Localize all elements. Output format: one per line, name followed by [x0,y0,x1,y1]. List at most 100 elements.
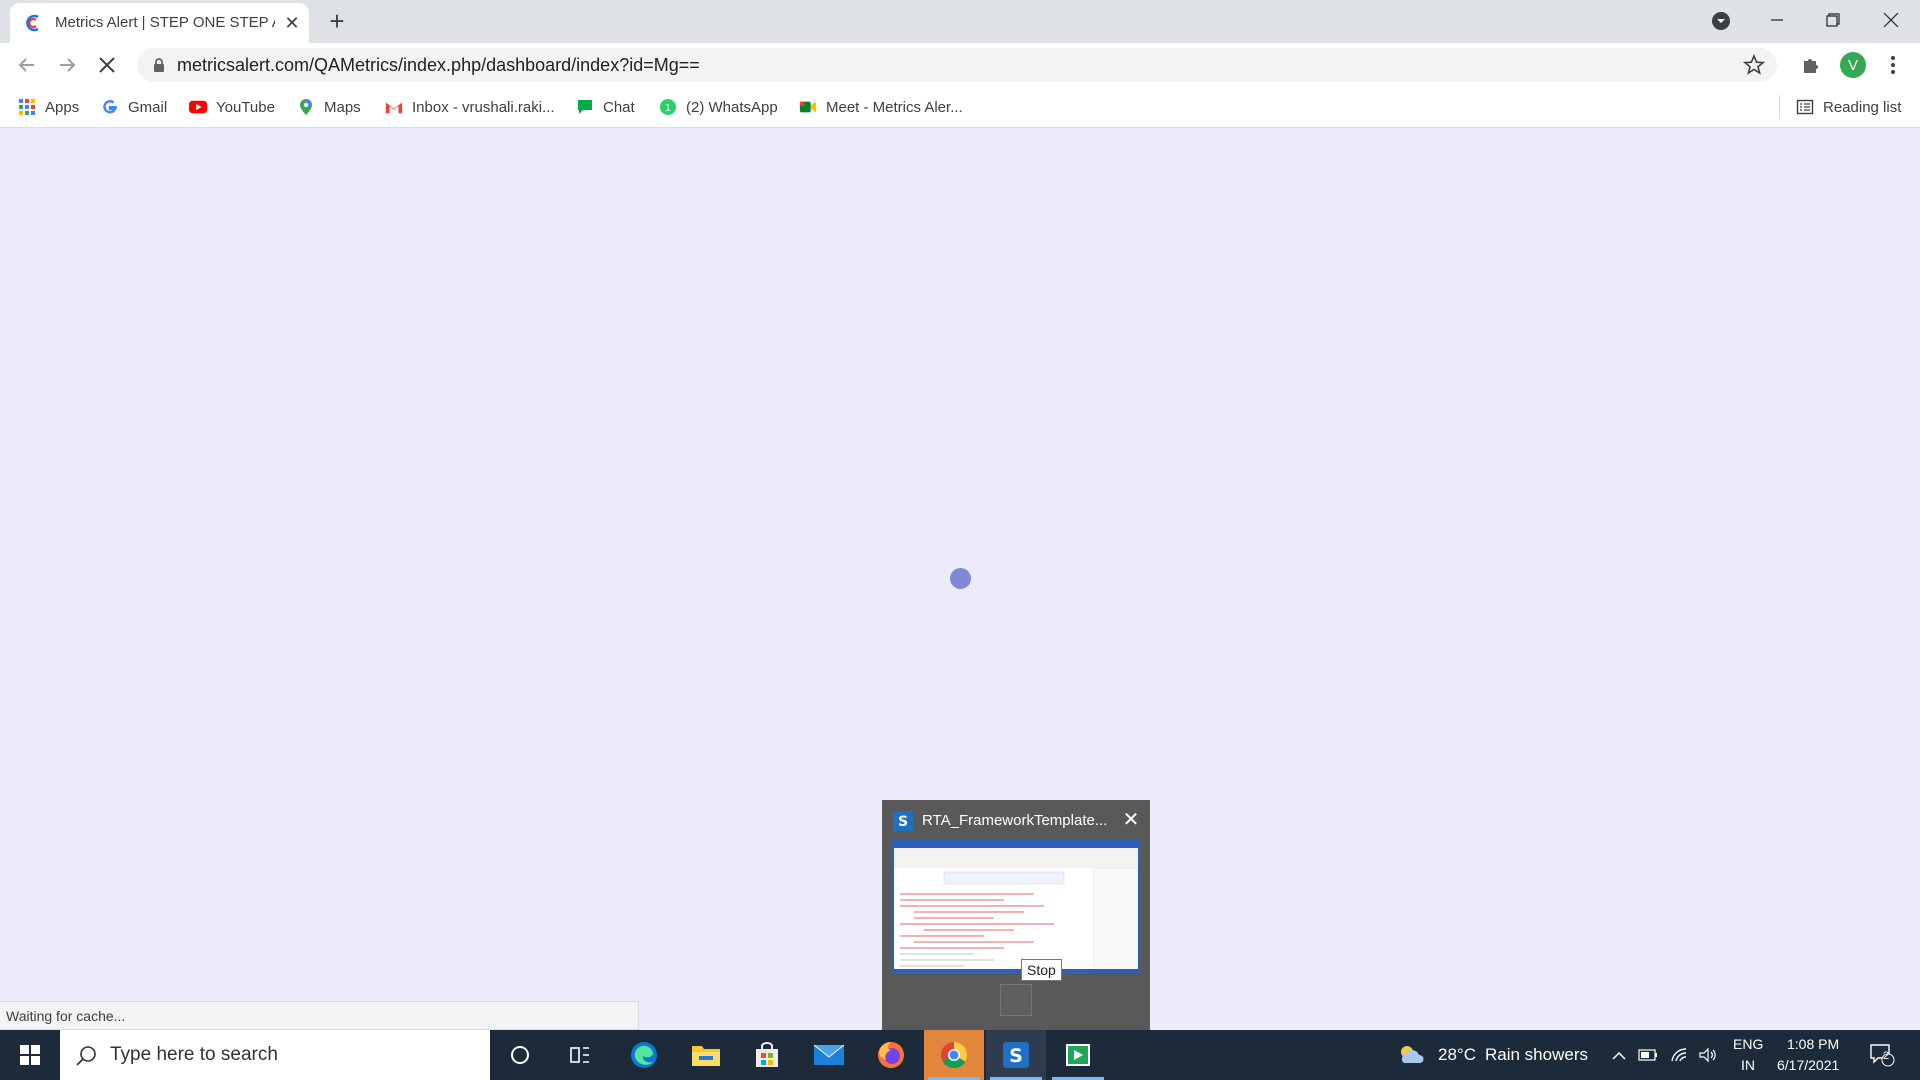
stop-tooltip: Stop [1021,959,1062,981]
weather-condition[interactable]: Rain showers [1485,1045,1588,1065]
bookmark-label: (2) WhatsApp [686,98,778,116]
bookmark-label: Inbox - vrushali.raki... [412,98,555,116]
taskbar-firefox[interactable] [861,1030,921,1080]
notifications-button[interactable]: 2 [1868,1042,1896,1068]
edge-icon [631,1042,657,1068]
kebab-menu-icon [1891,56,1895,74]
close-window-button[interactable] [1863,0,1919,40]
app-s-icon: S [893,811,913,831]
back-button[interactable] [12,50,42,80]
puzzle-icon [1804,59,1818,73]
bookmark-label: Gmail [128,98,168,116]
youtube-icon [189,100,207,114]
loading-spinner [950,568,971,589]
bookmarks-bar: Apps Gmail YouTube Maps Inbox - vrushali… [0,87,1920,128]
weather-cloud-icon [1401,1046,1424,1063]
clock-time[interactable]: 1:08 PM [1787,1036,1839,1052]
task-view-button[interactable] [550,1030,610,1080]
bookmark-label: YouTube [216,98,275,116]
restore-button[interactable] [1805,0,1861,40]
arrow-left-icon [18,58,34,72]
search-placeholder: Type here to search [110,1044,278,1065]
bookmark-label: Meet - Metrics Aler... [826,98,963,116]
task-view-icon [570,1047,589,1063]
close-icon [1883,12,1899,28]
cortana-button[interactable] [490,1030,550,1080]
reading-list-icon [1796,99,1814,115]
taskbar-mail[interactable] [799,1030,859,1080]
metrics-alert-favicon-icon [26,14,39,32]
preview-stop-button[interactable] [1000,984,1032,1016]
bookmark-whatsapp[interactable]: 1 (2) WhatsApp [659,95,778,119]
bookmark-youtube[interactable]: YouTube [189,95,275,119]
bookmark-gmail[interactable]: Gmail [101,95,167,119]
language-bottom[interactable]: IN [1741,1057,1755,1073]
taskbar-s-app[interactable]: S [986,1030,1046,1080]
stop-loading-button[interactable] [92,50,122,80]
battery-icon[interactable] [1638,1045,1658,1065]
chat-icon [578,100,592,114]
address-bar[interactable]: metricsalert.com/QAMetrics/index.php/das… [137,48,1777,82]
bookmark-chat[interactable]: Chat [576,95,635,119]
browser-menu-button[interactable] [1879,51,1907,79]
preview-window-image [894,842,1138,972]
lock-icon [154,58,164,72]
tab-search-button[interactable] [1708,8,1734,34]
taskbar-file-explorer[interactable] [676,1030,736,1080]
folder-icon [692,1046,720,1066]
taskbar-search-box[interactable]: Type here to search [60,1030,490,1080]
meet-icon [799,101,817,113]
play-window-icon [1066,1044,1090,1066]
show-hidden-icons-chevron-up-icon[interactable] [1609,1045,1629,1065]
reading-list-button[interactable]: Reading list [1796,95,1901,119]
status-bar: Waiting for cache... [0,1001,639,1030]
taskbar-edge[interactable] [614,1030,674,1080]
windows-taskbar: Type here to search S 28°C Rain showers … [0,1030,1920,1080]
bookmark-label: Maps [324,98,361,116]
bookmark-maps[interactable]: Maps [297,95,361,119]
bookmark-apps[interactable]: Apps [18,95,79,119]
preview-close-icon[interactable]: ✕ [1120,808,1142,831]
taskbar-player-app[interactable] [1048,1030,1108,1080]
tab-close-icon[interactable]: ✕ [281,12,303,34]
language-top[interactable]: ENG [1733,1036,1763,1052]
browser-toolbar: metricsalert.com/QAMetrics/index.php/das… [0,43,1920,87]
url-text: metricsalert.com/QAMetrics/index.php/das… [177,55,700,75]
chevron-down-icon [1712,12,1730,30]
start-button[interactable] [0,1030,60,1080]
firefox-icon [878,1042,904,1068]
taskbar-store[interactable] [737,1030,797,1080]
tab-strip: Metrics Alert | STEP ONE STEP AH ✕ + [0,0,1920,43]
bookmarks-divider [1779,95,1780,119]
taskbar-thumbnail-preview[interactable]: S RTA_FrameworkTemplate... ✕ [882,800,1150,1030]
reading-list-label: Reading list [1823,98,1902,116]
gmail-icon [385,102,403,114]
weather-temp[interactable]: 28°C [1438,1045,1476,1065]
apps-grid-icon [19,99,35,115]
bookmark-meet[interactable]: Meet - Metrics Aler... [799,95,963,119]
new-tab-button[interactable]: + [323,7,351,35]
svg-text:S: S [898,814,908,830]
app-s-icon: S [1003,1042,1029,1068]
profile-avatar[interactable]: V [1840,52,1866,78]
svg-text:S: S [1009,1045,1023,1067]
minimize-icon [1771,19,1783,21]
restore-icon [1826,13,1840,27]
extensions-button[interactable] [1797,51,1825,79]
bookmark-star-icon[interactable] [1743,54,1765,76]
bookmark-inbox[interactable]: Inbox - vrushali.raki... [385,95,555,119]
windows-logo-icon [20,1045,40,1065]
forward-button[interactable] [52,50,82,80]
preview-screenshot[interactable] [892,840,1140,974]
store-bag-icon [756,1042,778,1067]
volume-icon[interactable] [1698,1045,1718,1065]
browser-tab[interactable]: Metrics Alert | STEP ONE STEP AH ✕ [10,3,309,43]
search-icon [76,1046,96,1066]
wifi-icon[interactable] [1670,1045,1690,1065]
taskbar-chrome[interactable] [924,1030,984,1080]
google-icon [103,100,117,114]
minimize-button[interactable] [1749,0,1805,40]
clock-date[interactable]: 6/17/2021 [1777,1057,1839,1073]
preview-title: RTA_FrameworkTemplate... [922,812,1108,829]
notification-center-icon [1870,1044,1895,1067]
